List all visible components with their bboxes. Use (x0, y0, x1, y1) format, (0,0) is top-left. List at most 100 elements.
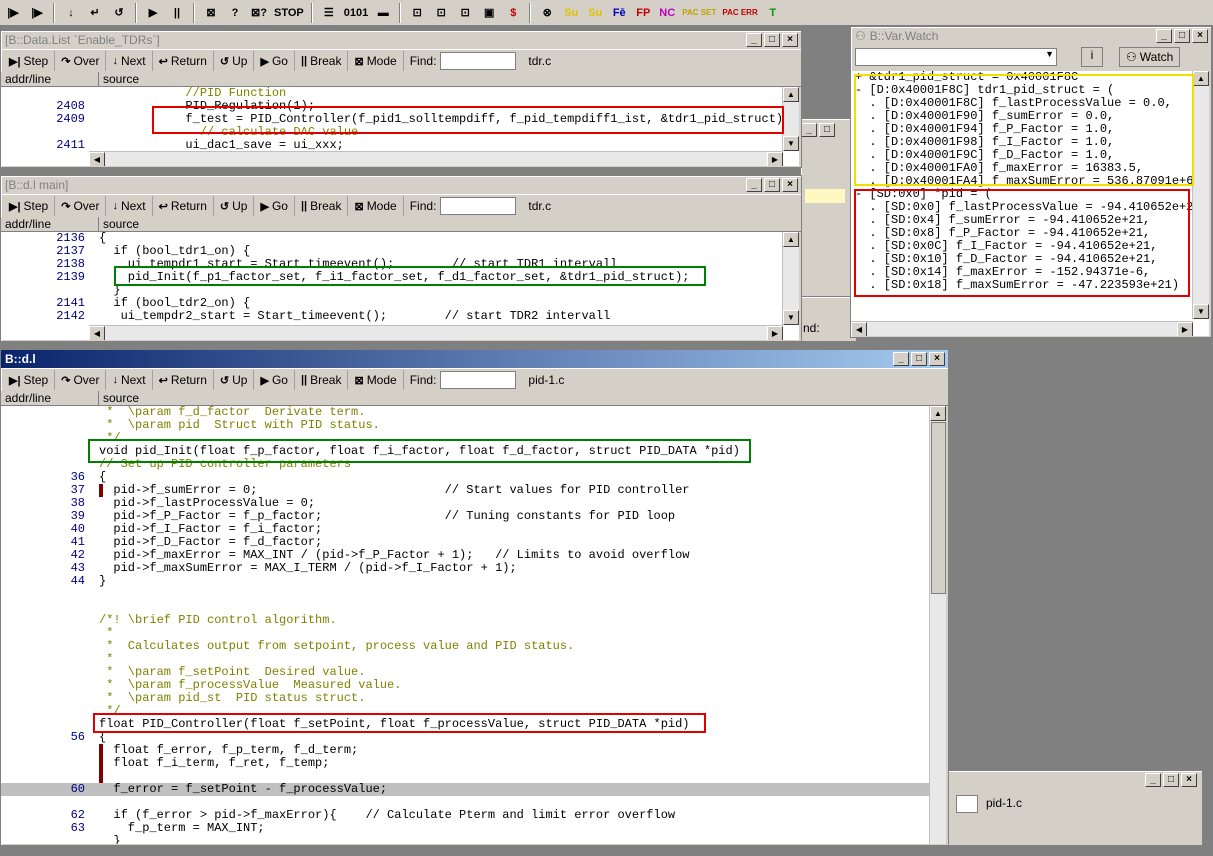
pid-source-window[interactable]: B::d.l _ □ × ▶| Step ↷ Over ↓ Next ↩ Return ↺ Up ▶ Go… (0, 349, 949, 846)
var-watch-window[interactable]: ⚇ B::Var.Watch _ □ × ▼ i ⚇ Watch + &tdr1_pid… (850, 26, 1212, 338)
go-button[interactable]: ▶ Go (254, 51, 295, 71)
mode-button[interactable]: ⊠ Mode (348, 196, 404, 216)
minimize-icon[interactable]: _ (746, 33, 762, 47)
toolbar-button-21[interactable]: Su (584, 2, 606, 24)
up-button[interactable]: ↺ Up (214, 196, 255, 216)
step-button[interactable]: ▶| Step (3, 370, 56, 390)
code-line[interactable]: * \param pid Struct with PID status. (1, 419, 946, 432)
line-number (1, 588, 99, 601)
pick-icon[interactable]: i (1081, 47, 1103, 67)
over-icon: ↷ (61, 200, 71, 213)
toolbar-button-20[interactable]: Su (560, 2, 582, 24)
go-button[interactable]: ▶ Go (254, 370, 295, 390)
toolbar-button-10[interactable]: STOP (272, 2, 306, 24)
code-view[interactable]: 2136{2137 if (bool_tdr1_on) {2138 ui_tem… (1, 232, 799, 340)
glasses-icon: ⚇ (855, 29, 866, 43)
toolbar-button-15[interactable]: ⊡ (430, 2, 452, 24)
toolbar-button-6[interactable]: || (166, 2, 188, 24)
code-line[interactable]: * \param pid_st PID status struct. (1, 692, 946, 705)
close-icon[interactable]: × (782, 178, 798, 192)
step-button[interactable]: ▶| Step (3, 196, 56, 216)
toolbar-button-23[interactable]: FP (632, 2, 654, 24)
return-button[interactable]: ↩ Return (153, 196, 214, 216)
code-line[interactable]: * Calculates output from setpoint, proce… (1, 640, 946, 653)
line-source: } (99, 834, 121, 845)
toolbar-button-2[interactable]: ↓ (60, 2, 82, 24)
data-list-window[interactable]: [B::Data.List `Enable_TDRs`] _ □ × ▶| Step ↷… (0, 30, 802, 168)
toolbar-button-11[interactable]: ☰ (318, 2, 340, 24)
highlight-pid-init-def (88, 439, 751, 463)
toolbar-button-14[interactable]: ⊡ (406, 2, 428, 24)
line-number (1, 679, 99, 692)
code-line[interactable]: 63 f_p_term = MAX_INT; (1, 822, 946, 835)
code-line[interactable]: 44} (1, 575, 946, 588)
toolbar-button-26[interactable]: PAC ERR (720, 2, 759, 24)
over-button[interactable]: ↷ Over (55, 196, 107, 216)
mode-button[interactable]: ⊠ Mode (348, 51, 404, 71)
addr-header: addr/line (1, 217, 99, 231)
code-line[interactable]: 60 f_error = f_setPoint - f_processValue… (1, 783, 946, 796)
maximize-icon[interactable]: □ (764, 178, 780, 192)
toolbar-button-27[interactable]: T (762, 2, 784, 24)
return-button[interactable]: ↩ Return (153, 370, 214, 390)
code-line[interactable]: float f_i_term, f_ret, f_temp; (1, 757, 946, 770)
main-toolbar: |▶ |▶ ↓ ↵ ↺ ▶ || ⊠? ⊠? STOP ☰ 0101 ▬ ⊡ ⊡ ⊡ ▣ $ ⊗ Su Su Fē FP NC… (0, 0, 1213, 26)
break-button[interactable]: || Break (295, 196, 349, 216)
minimize-icon[interactable]: _ (893, 352, 909, 366)
find-input[interactable] (440, 52, 517, 70)
main-code-window[interactable]: [B::d.l main] _ □ × ▶| Step ↷ Over ↓ Next ↩ Retur… (0, 175, 802, 342)
toolbar-button-16[interactable]: ⊡ (454, 2, 476, 24)
find-input[interactable] (440, 371, 517, 389)
next-button[interactable]: ↓ Next (106, 51, 153, 71)
toolbar-button-19[interactable]: ⊗ (536, 2, 558, 24)
over-button[interactable]: ↷ Over (55, 370, 107, 390)
highlight-pid-init-call (114, 266, 706, 286)
code-line[interactable] (1, 588, 946, 601)
toolbar-button-18[interactable]: $ (502, 2, 524, 24)
toolbar-button-0[interactable]: |▶ (2, 2, 24, 24)
return-button[interactable]: ↩ Return (153, 51, 214, 71)
line-source: f_p_term = MAX_INT; (99, 821, 265, 835)
step-button[interactable]: ▶| Step (3, 51, 56, 71)
toolbar-button-3[interactable]: ↵ (84, 2, 106, 24)
code-line[interactable]: } (1, 834, 946, 845)
line-number (1, 744, 99, 757)
break-button[interactable]: || Break (295, 370, 349, 390)
toolbar-button-17[interactable]: ▣ (478, 2, 500, 24)
close-icon[interactable]: × (782, 33, 798, 47)
next-button[interactable]: ↓ Next (106, 196, 153, 216)
maximize-icon[interactable]: □ (1174, 29, 1190, 43)
next-button[interactable]: ↓ Next (106, 370, 153, 390)
code-line[interactable]: /*! \brief PID control algorithm. (1, 614, 946, 627)
close-icon[interactable]: × (929, 352, 945, 366)
toolbar-button-24[interactable]: NC (656, 2, 678, 24)
toolbar-button-5[interactable]: ▶ (142, 2, 164, 24)
maximize-icon[interactable]: □ (911, 352, 927, 366)
minimize-icon[interactable]: _ (1156, 29, 1172, 43)
up-button[interactable]: ↺ Up (214, 370, 255, 390)
code-line[interactable]: 2142 ui_tempdr2_start = Start_timeevent(… (1, 310, 799, 323)
maximize-icon[interactable]: □ (764, 33, 780, 47)
toolbar-button-13[interactable]: ▬ (372, 2, 394, 24)
close-icon[interactable]: × (1192, 29, 1208, 43)
toolbar-button-7[interactable]: ⊠ (200, 2, 222, 24)
watch-expression-select[interactable]: ▼ (855, 48, 1057, 66)
toolbar-button-22[interactable]: Fē (608, 2, 630, 24)
toolbar-button-12[interactable]: 0101 (342, 2, 370, 24)
code-line[interactable]: 43 pid->f_maxSumError = MAX_I_TERM / (pi… (1, 562, 946, 575)
return-icon: ↩ (158, 374, 168, 387)
watch-button[interactable]: ⚇ Watch (1119, 47, 1181, 67)
mode-button[interactable]: ⊠ Mode (348, 370, 404, 390)
toolbar-button-8[interactable]: ? (224, 2, 246, 24)
toolbar-button-25[interactable]: PAC SET (680, 2, 718, 24)
break-button[interactable]: || Break (295, 51, 349, 71)
go-button[interactable]: ▶ Go (254, 196, 295, 216)
find-input[interactable] (440, 197, 517, 215)
minimize-icon[interactable]: _ (746, 178, 762, 192)
toolbar-button-4[interactable]: ↺ (108, 2, 130, 24)
up-button[interactable]: ↺ Up (214, 51, 255, 71)
over-button[interactable]: ↷ Over (55, 51, 107, 71)
toolbar-button-9[interactable]: ⊠? (248, 2, 270, 24)
code-view[interactable]: * \param f_d_factor Derivate term. * \pa… (1, 406, 946, 844)
toolbar-button-1[interactable]: |▶ (26, 2, 48, 24)
